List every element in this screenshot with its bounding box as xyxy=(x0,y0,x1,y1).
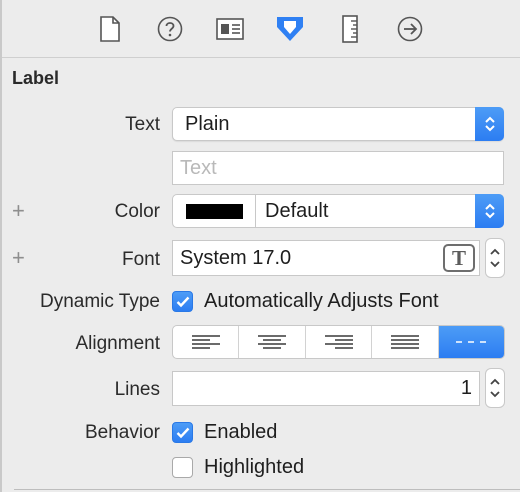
dynamic-type-label: Dynamic Type xyxy=(39,291,160,312)
font-value: System 17.0 xyxy=(180,247,292,269)
font-size-stepper[interactable] xyxy=(485,238,505,278)
align-center-segment[interactable] xyxy=(239,326,306,358)
align-right-icon xyxy=(324,335,353,349)
adjusts-font-checkbox[interactable] xyxy=(172,291,193,312)
file-inspector-icon[interactable] xyxy=(95,14,125,44)
toolbar-divider xyxy=(2,57,520,58)
lines-field[interactable] xyxy=(172,371,480,406)
add-font-variation-icon[interactable]: + xyxy=(12,247,25,269)
attributes-inspector-icon[interactable] xyxy=(275,14,305,44)
chevron-updown-icon xyxy=(475,194,504,228)
align-right-segment[interactable] xyxy=(306,326,373,358)
enabled-checkbox-row[interactable]: Enabled xyxy=(172,421,277,444)
text-content-field[interactable] xyxy=(172,151,504,185)
size-inspector-icon[interactable] xyxy=(335,14,365,44)
font-picker-button[interactable]: T xyxy=(443,244,475,272)
adjusts-font-label: Automatically Adjusts Font xyxy=(204,290,439,312)
font-label: Font xyxy=(121,249,160,270)
enabled-checkbox[interactable] xyxy=(172,422,193,443)
align-center-icon xyxy=(258,335,287,349)
highlighted-checkbox-row[interactable]: Highlighted xyxy=(172,456,304,479)
bottom-divider xyxy=(14,489,520,490)
align-natural-segment[interactable] xyxy=(438,326,504,358)
behavior-label: Behavior xyxy=(85,422,160,443)
lines-input[interactable] xyxy=(173,372,479,405)
align-left-segment[interactable] xyxy=(173,326,240,358)
color-divider xyxy=(255,195,256,227)
chevron-updown-icon xyxy=(475,107,504,141)
font-picker-icon: T xyxy=(451,245,466,270)
section-title: Label xyxy=(12,68,60,88)
highlighted-label: Highlighted xyxy=(204,456,305,478)
enabled-label: Enabled xyxy=(204,421,278,443)
alignment-segmented-control[interactable] xyxy=(172,325,505,359)
align-left-icon xyxy=(191,335,220,349)
text-label: Text xyxy=(125,114,160,135)
identity-inspector-icon[interactable] xyxy=(215,14,245,44)
align-justified-segment[interactable] xyxy=(372,326,439,358)
font-field[interactable]: System 17.0 T xyxy=(172,240,480,276)
adjusts-font-checkbox-row[interactable]: Automatically Adjusts Font xyxy=(172,290,439,313)
color-popup[interactable]: Default xyxy=(172,194,504,228)
quick-help-icon[interactable] xyxy=(155,14,185,44)
lines-label: Lines xyxy=(114,379,160,400)
align-natural-icon xyxy=(456,341,487,343)
highlighted-checkbox[interactable] xyxy=(172,457,193,478)
text-type-value: Plain xyxy=(185,113,230,135)
text-type-popup[interactable]: Plain xyxy=(172,107,504,141)
color-swatch[interactable] xyxy=(186,204,243,219)
color-label: Color xyxy=(114,201,160,222)
lines-stepper[interactable] xyxy=(485,368,505,408)
text-input[interactable] xyxy=(173,152,503,184)
inspector-toolbar xyxy=(2,0,520,58)
add-color-variation-icon[interactable]: + xyxy=(12,200,25,222)
connections-inspector-icon[interactable] xyxy=(395,14,425,44)
align-justified-icon xyxy=(390,335,419,349)
color-value: Default xyxy=(265,200,329,222)
alignment-label: Alignment xyxy=(75,333,161,354)
panel-left-edge xyxy=(0,0,2,492)
